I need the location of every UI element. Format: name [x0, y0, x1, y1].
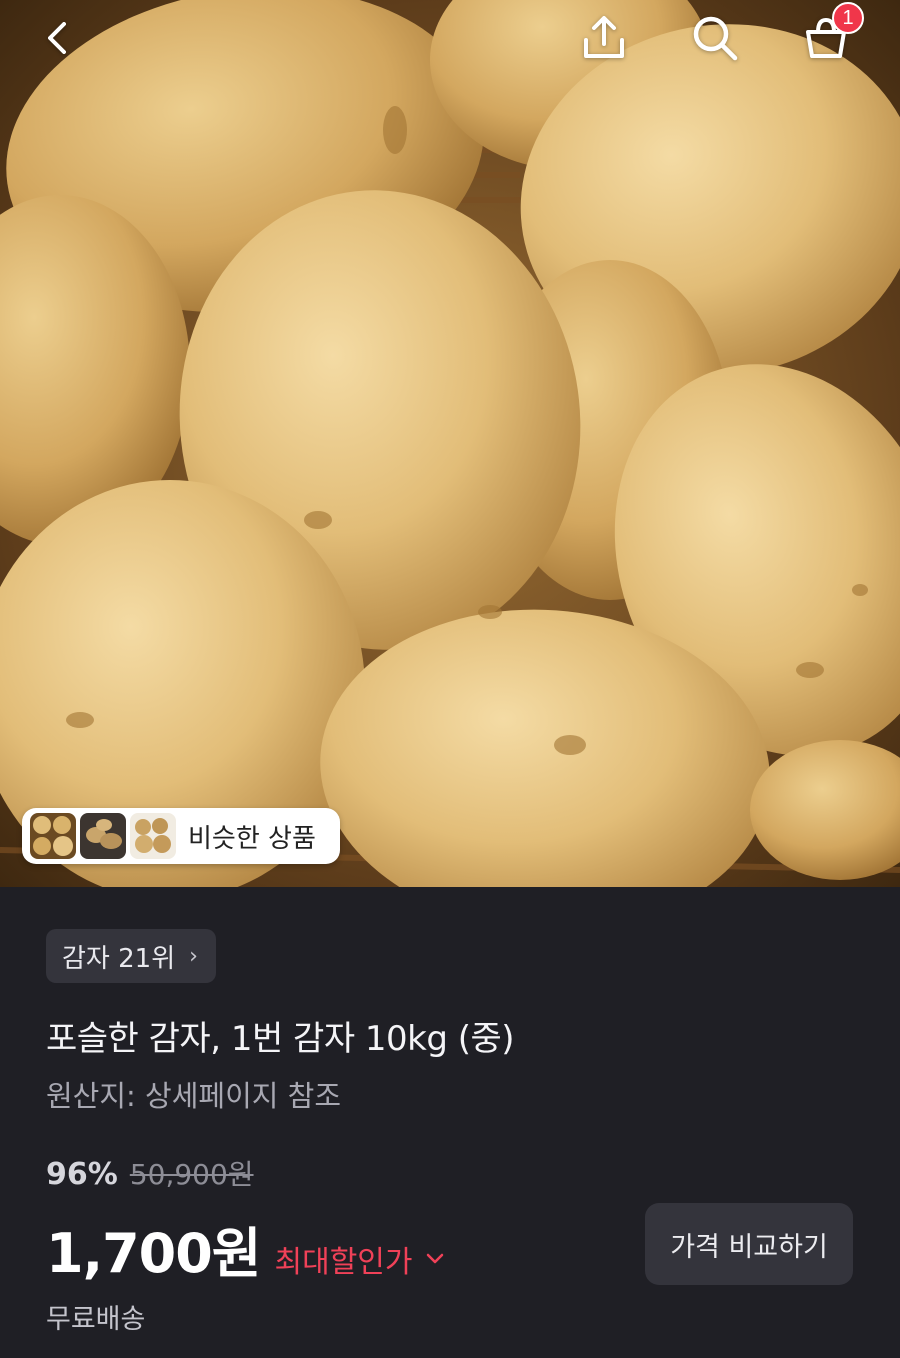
chevron-left-icon — [48, 22, 66, 54]
product-image[interactable]: 1 비슷한 상품 — [0, 0, 900, 887]
compare-prices-button[interactable]: 가격 비교하기 — [645, 1203, 853, 1285]
product-info-panel: 감자 21위 › 포슬한 감자, 1번 감자 10kg (중) 원산지: 상세페… — [0, 887, 900, 1358]
similar-products-label: 비슷한 상품 — [188, 823, 316, 854]
max-discount-label: 최대할인가 — [274, 1245, 413, 1280]
search-button[interactable] — [683, 6, 747, 70]
similar-products-button[interactable]: 비슷한 상품 — [22, 808, 340, 864]
chevron-down-icon — [426, 1253, 443, 1264]
product-origin: 원산지: 상세페이지 참조 — [46, 1079, 342, 1113]
share-upload-icon — [584, 16, 624, 58]
similar-product-thumbnail — [30, 813, 76, 859]
discount-rate: 96% — [46, 1157, 118, 1192]
category-rank-label: 감자 21위 — [62, 943, 176, 974]
back-button[interactable] — [26, 6, 90, 70]
share-button[interactable] — [572, 6, 636, 70]
cart-count-badge: 1 — [832, 2, 864, 34]
potatoes-photo — [0, 0, 900, 887]
price-row: 1,700원 최대할인가 — [46, 1209, 445, 1288]
shipping-info: 무료배송 — [46, 1304, 146, 1335]
product-title: 포슬한 감자, 1번 감자 10kg (중) — [46, 1019, 515, 1059]
discount-row: 96% 50,900원 — [46, 1153, 254, 1193]
similar-product-thumbnail — [80, 813, 126, 859]
category-rank-chip[interactable]: 감자 21위 › — [46, 929, 216, 983]
search-icon — [693, 16, 738, 61]
sale-price: 1,700원 — [46, 1222, 261, 1285]
top-navigation-bar: 1 — [0, 0, 900, 80]
original-price: 50,900원 — [129, 1158, 254, 1191]
cart-button[interactable]: 1 — [794, 2, 864, 70]
max-discount-toggle[interactable]: 최대할인가 — [275, 1237, 445, 1281]
similar-product-thumbnail — [130, 813, 176, 859]
chevron-right-icon: › — [189, 943, 198, 969]
